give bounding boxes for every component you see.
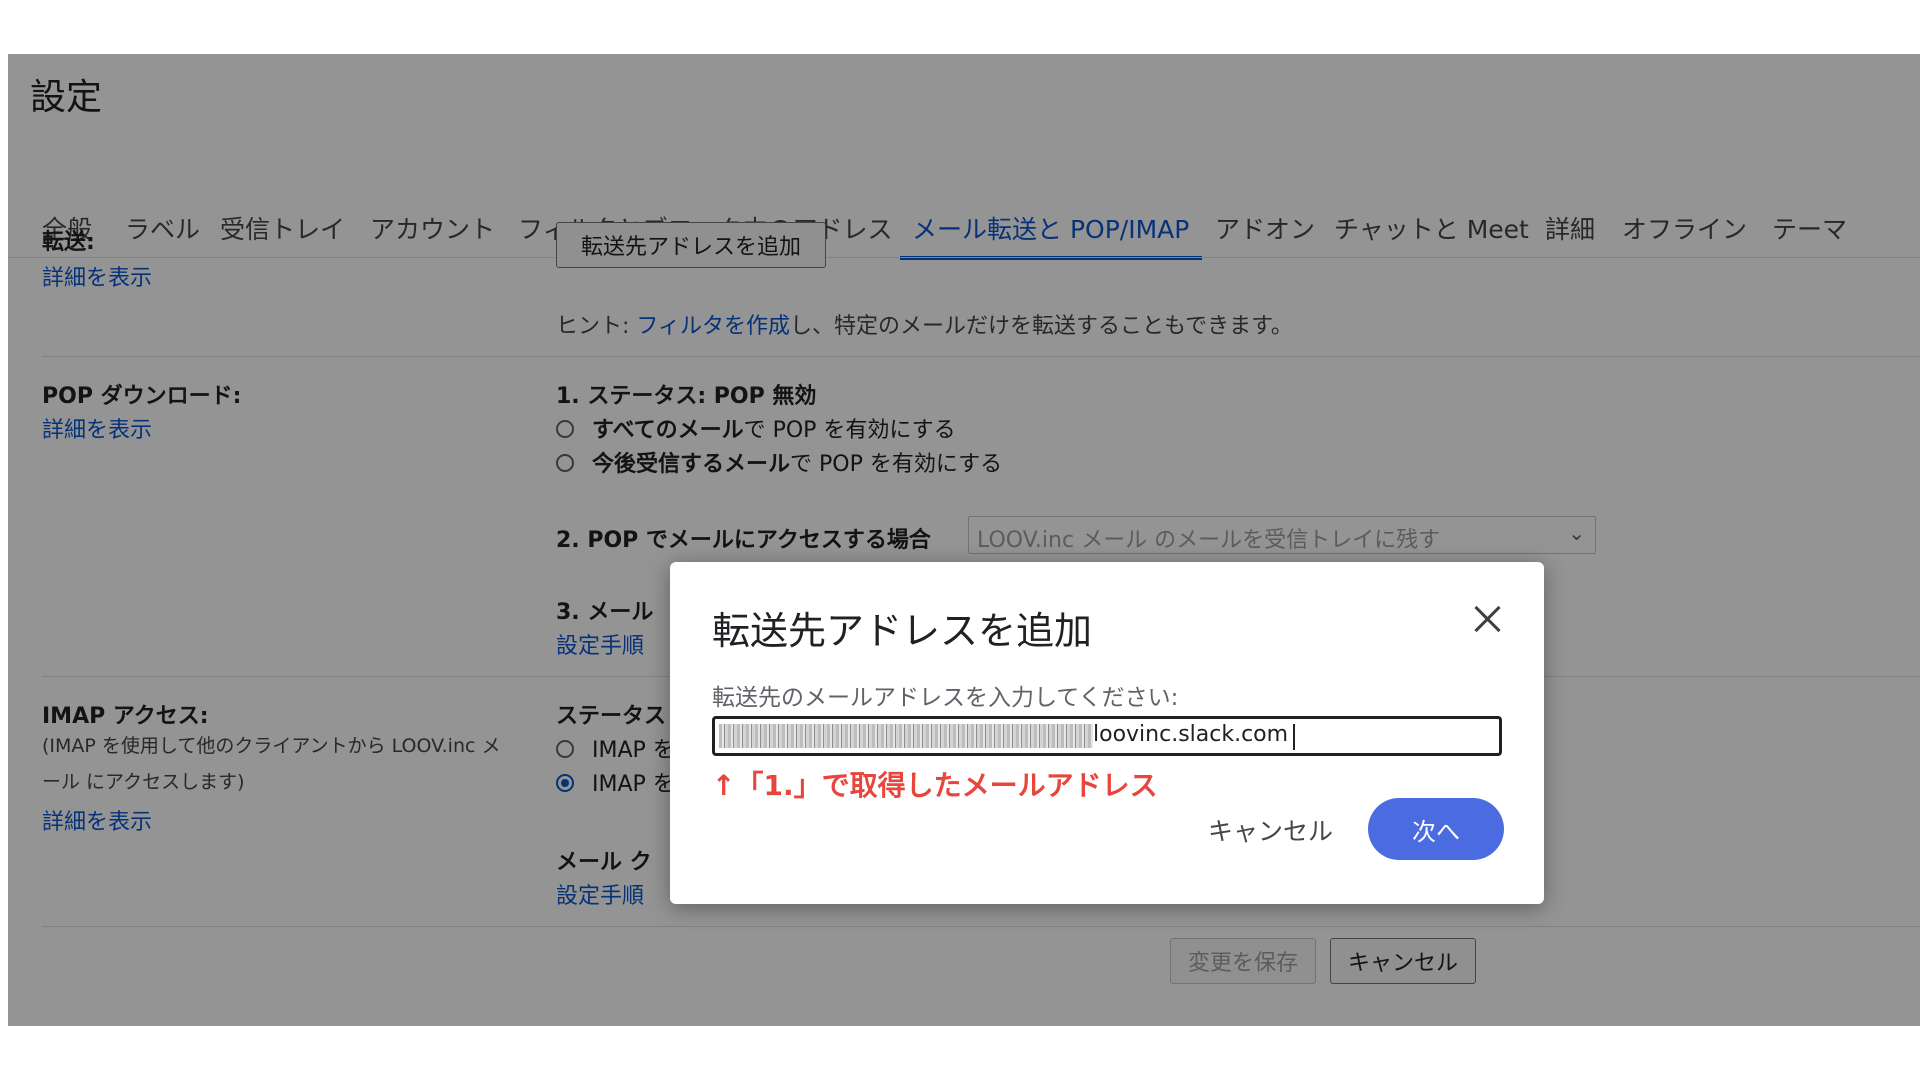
email-annotation: ↑「1.」で取得したメールアドレス	[712, 769, 1158, 802]
text-caret	[1293, 724, 1295, 750]
add-forwarding-address-dialog: 転送先アドレスを追加 転送先のメールアドレスを入力してください: loovinc…	[670, 562, 1544, 904]
close-icon[interactable]	[1470, 602, 1504, 636]
dialog-cancel-button[interactable]: キャンセル	[1208, 812, 1333, 848]
dialog-next-button[interactable]: 次へ	[1368, 798, 1504, 860]
settings-screen: 設定 全般 ラベル 受信トレイ アカウント フィルタとブロック中のアドレス メー…	[8, 54, 1920, 1026]
forwarding-email-input[interactable]: loovinc.slack.com	[712, 716, 1502, 756]
redacted-email-blur	[719, 724, 1093, 748]
dialog-prompt: 転送先のメールアドレスを入力してください:	[712, 685, 1179, 711]
email-input-value: loovinc.slack.com	[1093, 722, 1289, 747]
dialog-title: 転送先アドレスを追加	[712, 609, 1093, 653]
